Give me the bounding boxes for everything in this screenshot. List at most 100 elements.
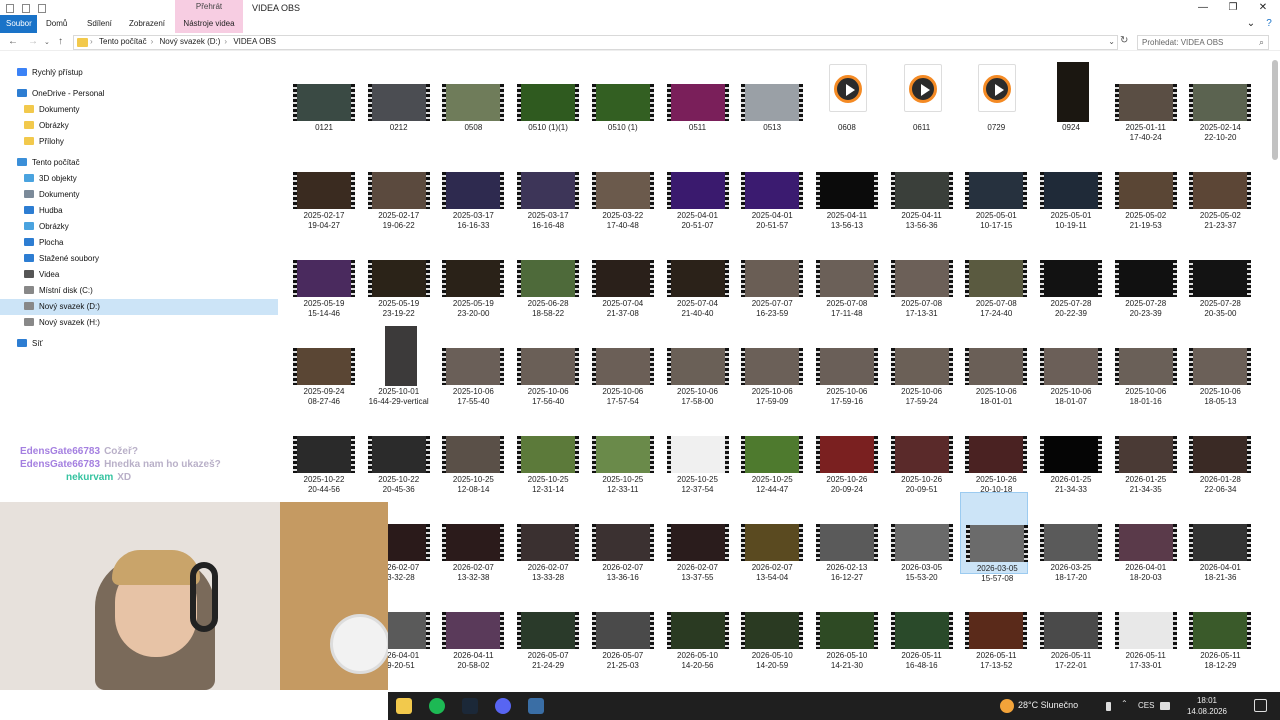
sidebar-item-15[interactable]: Nový svazek (D:) <box>0 299 278 315</box>
file-tile[interactable]: 2026-02-07 13-36-16 <box>587 492 655 582</box>
file-tile[interactable]: 2026-01-25 21-34-33 <box>1035 404 1103 494</box>
address-dropdown-icon[interactable]: ⌄ <box>1108 37 1115 46</box>
forward-icon[interactable]: → <box>28 36 38 47</box>
close-icon[interactable]: ✕ <box>1256 1 1270 15</box>
file-tile[interactable]: 2025-04-11 13-56-13 <box>811 140 879 230</box>
sidebar-item-14[interactable]: Místní disk (C:) <box>24 283 93 299</box>
file-tile[interactable]: 2025-10-26 20-10-18 <box>960 404 1028 494</box>
file-tile[interactable]: 2025-10-06 17-59-16 <box>811 316 879 406</box>
file-tile[interactable]: 2025-07-08 17-13-31 <box>886 228 954 318</box>
file-tile[interactable]: 2026-03-05 15-57-08 <box>960 492 1029 583</box>
file-tile[interactable]: 2025-10-26 20-09-51 <box>886 404 954 494</box>
file-tile[interactable]: 2025-01-11 17-40-24 <box>1110 52 1178 142</box>
file-tile[interactable]: 2025-10-06 18-01-07 <box>1035 316 1103 406</box>
sidebar-item-12[interactable]: Stažené soubory <box>24 251 99 267</box>
weather-text[interactable]: 28°C Slunečno <box>1018 700 1078 710</box>
file-tile[interactable]: 2025-02-17 19-06-22 <box>363 140 431 230</box>
properties-icon[interactable] <box>6 4 14 13</box>
sidebar-item-13[interactable]: Videa <box>24 267 59 283</box>
file-tile[interactable]: 2025-10-06 17-55-40 <box>437 316 505 406</box>
file-tile[interactable]: 2026-04-11 20-58-02 <box>437 580 505 670</box>
file-tile[interactable]: 0121 <box>288 52 356 134</box>
file-tile[interactable]: 2025-10-25 12-37-54 <box>662 404 730 494</box>
file-tile[interactable]: 2026-05-07 21-25-03 <box>587 580 655 670</box>
file-tile[interactable]: 2025-09-24 08-27-46 <box>288 316 356 406</box>
tray-overflow-icon[interactable]: ⌃ <box>1121 699 1129 708</box>
file-tile[interactable]: 2025-04-01 20-51-57 <box>736 140 804 230</box>
file-tile[interactable]: 2025-05-19 23-20-00 <box>437 228 505 318</box>
file-tile[interactable]: 2026-03-05 15-53-20 <box>886 492 954 582</box>
file-tile[interactable]: 2025-10-06 17-58-00 <box>662 316 730 406</box>
file-tile[interactable]: 2026-05-07 21-24-29 <box>512 580 580 670</box>
minimize-icon[interactable]: — <box>1196 1 1210 15</box>
file-tile[interactable]: 0924 <box>1035 52 1103 134</box>
file-tile[interactable]: 0611 <box>886 52 954 134</box>
file-tile[interactable]: 2025-05-02 21-19-53 <box>1110 140 1178 230</box>
file-tile[interactable]: 2025-10-06 17-56-40 <box>512 316 580 406</box>
sidebar-item-8[interactable]: Dokumenty <box>24 187 79 203</box>
sidebar-item-1[interactable]: Rychlý přístup <box>17 65 83 81</box>
file-tile[interactable]: 2025-10-06 17-57-54 <box>587 316 655 406</box>
file-tile[interactable]: 2025-10-06 18-05-13 <box>1184 316 1252 406</box>
weather-sun-icon[interactable] <box>1000 699 1014 713</box>
microphone-icon[interactable] <box>1106 702 1111 711</box>
file-tile[interactable]: 2026-04-01 18-21-36 <box>1184 492 1252 582</box>
file-tile[interactable]: 2025-07-04 21-37-08 <box>587 228 655 318</box>
crumb-this-pc[interactable]: Tento počítač <box>99 37 147 46</box>
file-tile[interactable]: 0608 <box>811 52 879 134</box>
file-tile[interactable]: 2025-07-08 17-11-48 <box>811 228 879 318</box>
file-tile[interactable]: 2025-05-02 21-23-37 <box>1184 140 1252 230</box>
scrollbar-thumb[interactable] <box>1272 60 1278 160</box>
crumb-drive-d[interactable]: Nový svazek (D:) <box>160 37 221 46</box>
file-tile[interactable]: 2025-05-01 10-17-15 <box>960 140 1028 230</box>
sidebar-item-11[interactable]: Plocha <box>24 235 63 251</box>
file-tile[interactable]: 2025-05-01 10-19-11 <box>1035 140 1103 230</box>
file-tile[interactable]: 0510 (1)(1) <box>512 52 580 134</box>
language-indicator[interactable]: CES <box>1138 701 1154 710</box>
new-folder-icon[interactable] <box>22 4 30 13</box>
file-tile[interactable]: 2025-10-06 17-59-09 <box>736 316 804 406</box>
file-tile[interactable]: 2025-07-28 20-22-39 <box>1035 228 1103 318</box>
sidebar-item-5[interactable]: Přílohy <box>24 134 64 150</box>
file-tile[interactable]: 2026-01-28 22-06-34 <box>1184 404 1252 494</box>
sidebar-item-9[interactable]: Hudba <box>24 203 63 219</box>
file-tile[interactable]: 2025-03-17 16-16-33 <box>437 140 505 230</box>
file-tile[interactable]: 2026-02-07 13-32-38 <box>437 492 505 582</box>
sidebar-item-17[interactable]: Síť <box>17 336 43 352</box>
tab-share[interactable]: Sdílení <box>79 15 120 33</box>
file-tile[interactable]: 2025-10-06 18-01-16 <box>1110 316 1178 406</box>
sidebar-item-3[interactable]: Dokumenty <box>24 102 79 118</box>
file-tile[interactable]: 2026-02-07 13-54-04 <box>736 492 804 582</box>
address-bar[interactable]: › Tento počítač › Nový svazek (D:) › VIDEA… <box>73 35 1118 50</box>
file-tile[interactable]: 0510 (1) <box>587 52 655 134</box>
file-tile[interactable]: 2026-02-07 13-33-28 <box>512 492 580 582</box>
tab-view[interactable]: Zobrazení <box>121 15 173 33</box>
game-icon[interactable] <box>528 698 544 714</box>
file-tile[interactable]: 2025-10-25 12-08-14 <box>437 404 505 494</box>
file-tile[interactable]: 0212 <box>363 52 431 134</box>
file-tile[interactable]: 0508 <box>437 52 505 134</box>
spotify-icon[interactable] <box>429 698 445 714</box>
file-tile[interactable]: 2026-05-11 17-33-01 <box>1110 580 1178 670</box>
file-tile[interactable]: 2025-05-19 23-19-22 <box>363 228 431 318</box>
file-tile[interactable]: 2026-05-10 14-20-59 <box>736 580 804 670</box>
file-tile[interactable]: 2025-06-28 18-58-22 <box>512 228 580 318</box>
maximize-icon[interactable]: ❐ <box>1226 1 1240 15</box>
file-tile[interactable]: 2025-10-25 12-33-11 <box>587 404 655 494</box>
file-tile[interactable]: 2025-03-22 17-40-48 <box>587 140 655 230</box>
discord-icon[interactable] <box>495 698 511 714</box>
file-tile[interactable]: 2026-01-25 21-34-35 <box>1110 404 1178 494</box>
sidebar-item-16[interactable]: Nový svazek (H:) <box>24 315 100 331</box>
search-input[interactable]: Prohledat: VIDEA OBS ⌕ <box>1137 35 1269 50</box>
file-tile[interactable]: 0729 <box>960 52 1028 134</box>
file-tile[interactable]: 2026-05-11 17-13-52 <box>960 580 1028 670</box>
file-tile[interactable]: 2025-10-01 16-44-29-vertical <box>363 316 431 406</box>
file-tile[interactable]: 2025-07-04 21-40-40 <box>662 228 730 318</box>
file-tile[interactable]: 2026-02-07 13-37-55 <box>662 492 730 582</box>
file-tile[interactable]: 2026-05-11 17-22-01 <box>1035 580 1103 670</box>
file-tile[interactable]: 2025-10-25 12-31-14 <box>512 404 580 494</box>
tab-home[interactable]: Domů <box>38 15 75 33</box>
file-tile[interactable]: 0511 <box>662 52 730 134</box>
file-tile[interactable]: 2025-10-22 20-45-36 <box>363 404 431 494</box>
speaker-icon[interactable] <box>1160 702 1170 710</box>
